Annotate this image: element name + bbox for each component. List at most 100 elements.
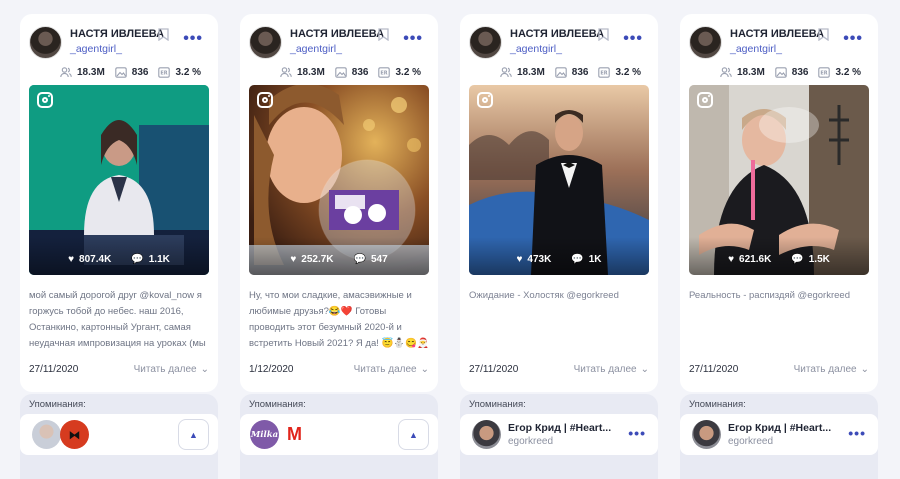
author-name[interactable]: НАСТЯ ИВЛЕЕВА [70, 28, 164, 40]
mention-handle: egorkreed [508, 436, 554, 447]
author-handle[interactable]: _agentgirl_ [510, 43, 562, 55]
more-options-icon[interactable]: ••• [623, 31, 643, 47]
post-header: НАСТЯ ИВЛЕЕВА _agentgirl_ ••• [29, 26, 209, 66]
mention-avatar[interactable]: ⧓ [60, 420, 89, 449]
collapse-button[interactable]: ▲ [398, 419, 429, 450]
posts-count: 836 [131, 66, 149, 78]
post-date: 27/11/2020 [689, 364, 739, 375]
instagram-icon [697, 92, 713, 108]
svg-text:ER: ER [601, 70, 608, 76]
read-more-label: Читать далее [793, 364, 857, 375]
mentions-label: Упоминания: [689, 399, 746, 410]
mention-name: Егор Крид | #Heart... [728, 422, 832, 434]
read-more-link[interactable]: Читать далее ⌄ [574, 364, 649, 375]
er-icon: ER [818, 66, 831, 78]
read-more-link[interactable]: Читать далее ⌄ [794, 364, 869, 375]
posts-count: 836 [791, 66, 809, 78]
bookmark-icon[interactable] [818, 28, 829, 41]
followers-count: 18.3M [77, 66, 105, 78]
more-options-icon[interactable]: ••• [403, 31, 423, 47]
post-engagement: ♥ 807.4K 💬 1.1K [29, 237, 209, 275]
author-handle[interactable]: _agentgirl_ [70, 43, 122, 55]
instagram-icon [477, 92, 493, 108]
posts-icon [555, 66, 567, 78]
mentions-list: ⧓ ▲ [20, 414, 218, 455]
mention-avatar[interactable] [692, 420, 721, 449]
mention-avatar[interactable] [32, 420, 61, 449]
posts-icon [775, 66, 787, 78]
followers-count: 18.3M [517, 66, 545, 78]
mentions-panel: Упоминания: Milka M ▲ [240, 394, 438, 479]
author-handle[interactable]: _agentgirl_ [730, 43, 782, 55]
post-card: НАСТЯ ИВЛЕЕВА _agentgirl_ ••• 18.3M 836 … [20, 14, 218, 392]
post-engagement: ♥ 252.7K 💬 547 [249, 237, 429, 275]
post-engagement: ♥ 621.6K 💬 1.5K [689, 237, 869, 275]
bookmark-icon[interactable] [598, 28, 609, 41]
author-handle[interactable]: _agentgirl_ [290, 43, 342, 55]
mention-item[interactable]: Егор Крид | #Heart... egorkreed ••• [460, 414, 658, 455]
mentions-label: Упоминания: [249, 399, 306, 410]
engagement-rate: 3.2 % [615, 66, 642, 78]
heart-icon: ♥ [728, 253, 735, 265]
comment-icon: 💬 [791, 253, 804, 265]
mention-name: Егор Крид | #Heart... [508, 422, 612, 434]
chevron-down-icon: ⌄ [200, 364, 209, 375]
followers-icon [500, 66, 512, 77]
likes-count: 807.4K [79, 253, 112, 265]
instagram-icon [37, 92, 53, 108]
post-date: 1/12/2020 [249, 364, 294, 375]
post-image[interactable]: ♥ 621.6K 💬 1.5K [689, 85, 869, 275]
svg-text:ER: ER [821, 70, 828, 76]
author-name[interactable]: НАСТЯ ИВЛЕЕВА [290, 28, 384, 40]
heart-icon: ♥ [516, 253, 523, 265]
comment-icon: 💬 [131, 253, 144, 265]
post-image[interactable]: ♥ 807.4K 💬 1.1K [29, 85, 209, 275]
bookmark-icon[interactable] [158, 28, 169, 41]
heart-icon: ♥ [290, 253, 297, 265]
post-image[interactable]: ♥ 252.7K 💬 547 [249, 85, 429, 275]
post-image[interactable]: ♥ 473K 💬 1K [469, 85, 649, 275]
profile-stats: 18.3M 836 ER 3.2 % [280, 65, 421, 79]
mentions-panel: Упоминания: ⧓ ▲ [20, 394, 218, 479]
author-name[interactable]: НАСТЯ ИВЛЕЕВА [730, 28, 824, 40]
post-caption: Реальность - распиздяй @egorkreed [689, 290, 850, 301]
post-caption: Ну, что мои сладкие, амасэвижные и любим… [249, 290, 429, 349]
posts-count: 836 [351, 66, 369, 78]
avatar[interactable] [249, 26, 282, 59]
comments-count: 1.5K [808, 253, 830, 265]
post-header: НАСТЯ ИВЛЕЕВА _agentgirl_ ••• [469, 26, 649, 66]
avatar[interactable] [689, 26, 722, 59]
mentions-list: Milka M ▲ [240, 414, 438, 455]
mention-handle: egorkreed [728, 436, 774, 447]
author-name[interactable]: НАСТЯ ИВЛЕЕВА [510, 28, 604, 40]
magnit-logo[interactable]: M [280, 420, 309, 449]
avatar[interactable] [29, 26, 62, 59]
likes-count: 621.6K [739, 253, 772, 265]
more-options-icon[interactable]: ••• [628, 426, 646, 440]
chevron-down-icon: ⌄ [420, 364, 429, 375]
read-more-link[interactable]: Читать далее ⌄ [134, 364, 209, 375]
comment-icon: 💬 [571, 253, 584, 265]
mentions-label: Упоминания: [29, 399, 86, 410]
followers-icon [60, 66, 72, 77]
er-icon: ER [378, 66, 391, 78]
chevron-up-icon: ▲ [409, 429, 418, 440]
post-card: НАСТЯ ИВЛЕЕВА _agentgirl_ ••• 18.3M 836 … [240, 14, 438, 392]
likes-count: 252.7K [301, 253, 334, 265]
more-options-icon[interactable]: ••• [848, 426, 866, 440]
mention-item[interactable]: Егор Крид | #Heart... egorkreed ••• [680, 414, 878, 455]
comments-count: 1K [588, 253, 602, 265]
more-options-icon[interactable]: ••• [183, 31, 203, 47]
bowtie-icon: ⧓ [68, 427, 81, 442]
milka-logo[interactable]: Milka [250, 420, 279, 449]
followers-count: 18.3M [297, 66, 325, 78]
read-more-link[interactable]: Читать далее ⌄ [354, 364, 429, 375]
heart-icon: ♥ [68, 253, 75, 265]
more-options-icon[interactable]: ••• [843, 31, 863, 47]
bookmark-icon[interactable] [378, 28, 389, 41]
avatar[interactable] [469, 26, 502, 59]
comments-count: 1.1K [148, 253, 170, 265]
collapse-button[interactable]: ▲ [178, 419, 209, 450]
chevron-down-icon: ⌄ [860, 364, 869, 375]
mention-avatar[interactable] [472, 420, 501, 449]
